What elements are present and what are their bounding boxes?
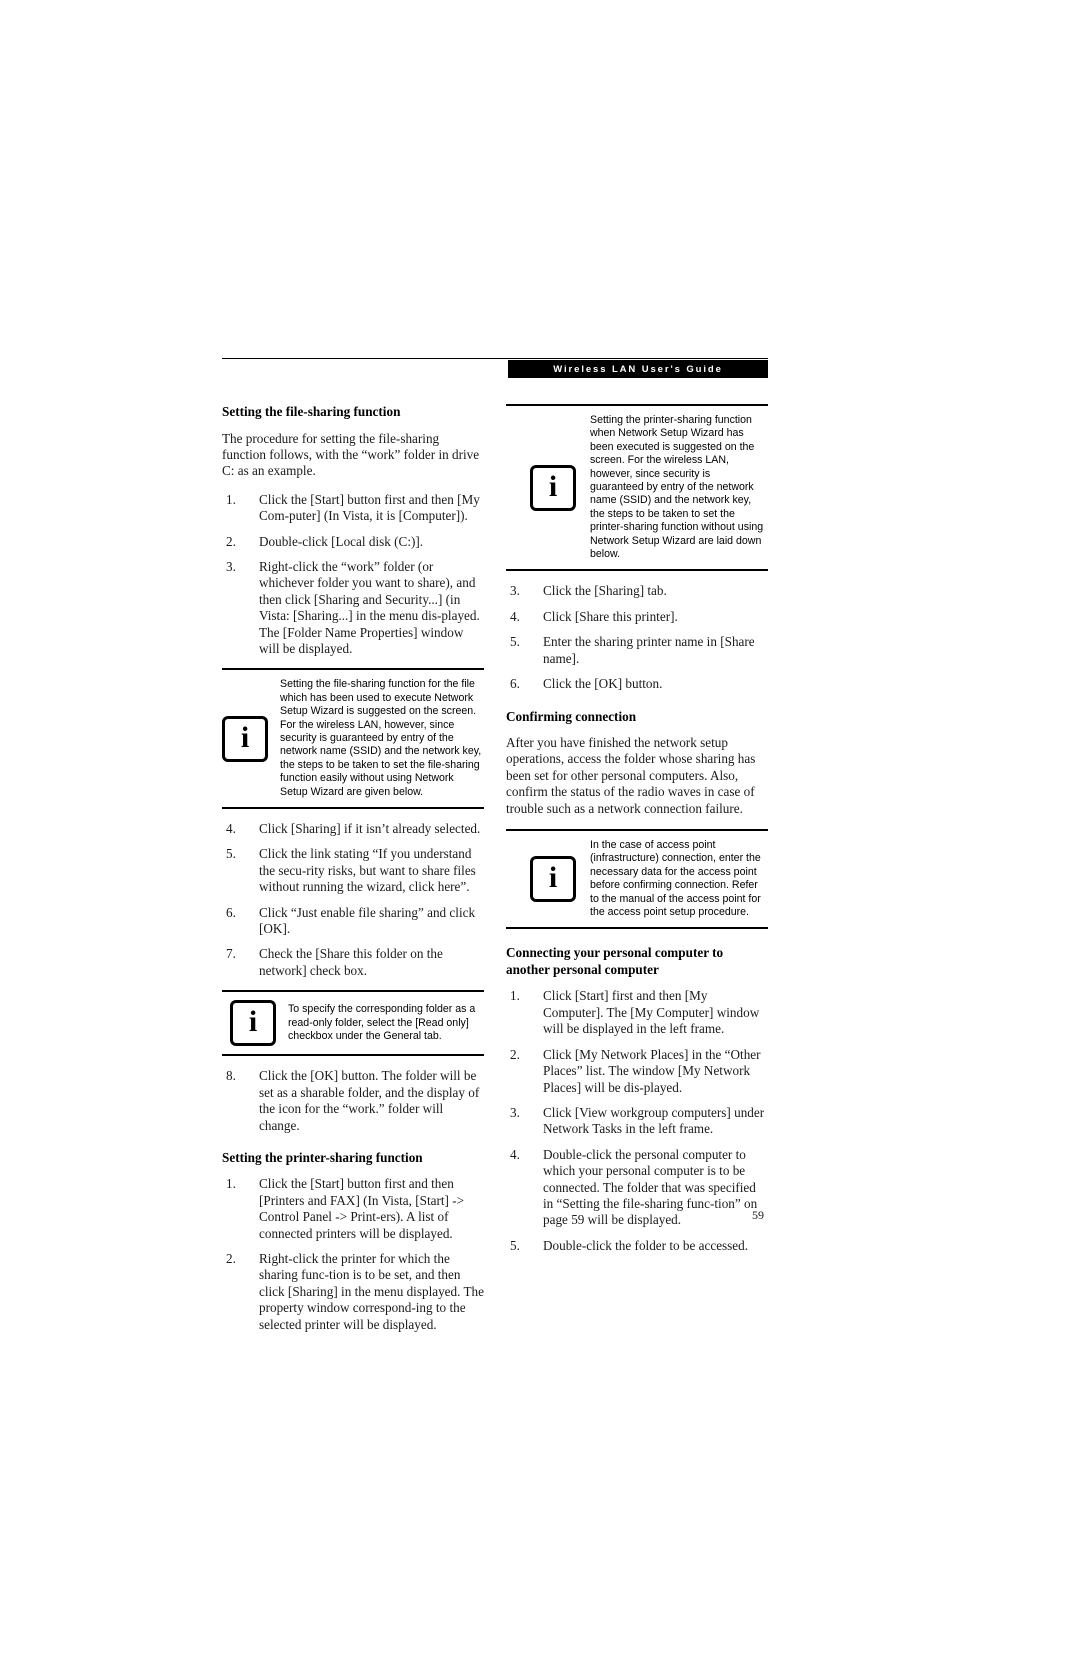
list-item-text: Enter the sharing printer name in [Share… [543,634,755,666]
list-item: 8. Click the [OK] button. The folder wil… [222,1068,484,1134]
list-item: 2. Click [My Network Places] in the “Oth… [506,1047,768,1096]
header-rule [222,358,768,359]
list-item: 4. Click [Sharing] if it isn’t already s… [222,821,484,837]
steps-file-sharing-3: 8. Click the [OK] button. The folder wil… [222,1068,484,1134]
paragraph-file-sharing-intro: The procedure for setting the file-shari… [222,430,480,479]
steps-connecting-computer: 1. Click [Start] first and then [My Comp… [506,988,768,1254]
heading-setting-printer-sharing: Setting the printer-sharing function [222,1149,423,1165]
info-icon: i [222,715,268,762]
list-item-text: Check the [Share this folder on the netw… [259,946,443,978]
list-item-text: Click [Share this printer]. [543,608,678,624]
list-item-number: 4. [510,1146,520,1162]
heading-confirming-connection: Confirming connection [506,708,637,724]
list-item: 5. Double-click the folder to be accesse… [506,1238,768,1254]
list-item-text: Click the link stating “If you understan… [259,846,476,895]
note-text: To specify the corresponding folder as a… [288,1003,476,1042]
heading-connecting-personal-computer: Connecting your personal computer to ano… [506,945,724,977]
info-icon-glyph: i [240,720,250,754]
list-item: 5. Enter the sharing printer name in [Sh… [506,634,768,667]
list-item-number: 4. [510,608,520,624]
list-item-text: Click [View workgroup computers] under N… [543,1104,765,1137]
note-text: Setting the file-sharing function for th… [280,678,482,798]
steps-file-sharing-2: 4. Click [Sharing] if it isn’t already s… [222,821,484,979]
document-page: Wireless LAN User's Guide Setting the fi… [0,0,1080,1669]
list-item: 7. Check the [Share this folder on the n… [222,946,484,979]
left-column: Setting the file-sharing function The pr… [222,404,484,1343]
list-item-number: 6. [510,676,520,692]
list-item: 6. Click the [OK] button. [506,676,768,692]
list-item: 3. Right-click the “work” folder (or whi… [222,559,484,657]
note-box-access-point: i In the case of access point (infrastru… [506,829,768,930]
list-item-number: 2. [510,1046,520,1062]
note-box-file-sharing-wizard: i Setting the file-sharing function for … [222,668,484,810]
list-item: 5. Click the link stating “If you unders… [222,846,484,895]
list-item-number: 5. [510,1237,520,1253]
note-text: Setting the printer-sharing function whe… [590,414,764,561]
list-item-number: 3. [510,1104,520,1120]
list-item-number: 5. [226,846,236,862]
note-box-read-only: i To specify the corresponding folder as… [222,990,484,1057]
list-item-number: 3. [226,558,236,574]
list-item: 1. Click the [Start] button first and th… [222,1176,484,1242]
list-item-number: 1. [226,491,236,507]
list-item: 3. Click [View workgroup computers] unde… [506,1105,768,1138]
list-item-text: Click the [OK] button. The folder will b… [259,1068,480,1133]
list-item-text: Right-click the “work” folder (or whiche… [259,558,480,656]
list-item-text: Double-click the folder to be accessed. [543,1237,749,1253]
list-item: 2. Double-click [Local disk (C:)]. [222,534,484,550]
list-item-number: 2. [226,1251,236,1267]
list-item-number: 1. [510,988,520,1004]
steps-printer-sharing-left: 1. Click the [Start] button first and th… [222,1176,484,1333]
list-item: 1. Click [Start] first and then [My Comp… [506,988,768,1037]
list-item-number: 3. [510,583,520,599]
right-column: i Setting the printer-sharing function w… [506,404,768,1264]
info-icon: i [530,856,576,903]
list-item-text: Click “Just enable file sharing” and cli… [259,904,476,937]
info-icon: i [230,1000,276,1047]
list-item-number: 2. [226,533,236,549]
list-item-number: 8. [226,1068,236,1084]
list-item-text: Click [Sharing] if it isn’t already sele… [259,821,481,837]
list-item-number: 5. [510,634,520,650]
list-item: 4. Double-click the personal computer to… [506,1147,768,1229]
list-item: 4. Click [Share this printer]. [506,609,768,625]
list-item: 2. Right-click the printer for which the… [222,1251,484,1333]
info-icon: i [530,464,576,511]
list-item-number: 1. [226,1176,236,1192]
list-item-number: 7. [226,946,236,962]
note-box-printer-sharing-wizard: i Setting the printer-sharing function w… [506,404,768,572]
list-item-number: 4. [226,821,236,837]
list-item-number: 6. [226,904,236,920]
list-item-text: Click the [OK] button. [543,676,663,692]
list-item: 3. Click the [Sharing] tab. [506,583,768,599]
list-item-text: Click the [Start] button first and then … [259,491,480,524]
header-band: Wireless LAN User's Guide [508,360,768,378]
list-item-text: Right-click the printer for which the sh… [259,1251,484,1332]
page-number: 59 [752,1208,764,1222]
list-item-text: Double-click the personal computer to wh… [543,1146,758,1228]
info-icon-glyph: i [248,1005,258,1039]
steps-file-sharing-1: 1. Click the [Start] button first and th… [222,492,484,658]
info-icon-glyph: i [548,469,558,503]
list-item-text: Click the [Sharing] tab. [543,583,667,599]
list-item-text: Click [My Network Places] in the “Other … [543,1046,761,1095]
paragraph-confirming-connection: After you have finished the network setu… [506,735,756,816]
steps-printer-sharing-right: 3. Click the [Sharing] tab. 4. Click [Sh… [506,583,768,692]
note-text: In the case of access point (infrastruct… [590,839,761,919]
list-item-text: Click [Start] first and then [My Compute… [543,988,760,1037]
info-icon-glyph: i [548,861,558,895]
list-item: 6. Click “Just enable file sharing” and … [222,905,484,938]
header-title: Wireless LAN User's Guide [553,363,723,375]
heading-setting-file-sharing: Setting the file-sharing function [222,404,401,419]
list-item-text: Double-click [Local disk (C:)]. [259,533,424,549]
list-item-text: Click the [Start] button first and then … [259,1176,465,1241]
running-header: Wireless LAN User's Guide [222,358,768,384]
list-item: 1. Click the [Start] button first and th… [222,492,484,525]
